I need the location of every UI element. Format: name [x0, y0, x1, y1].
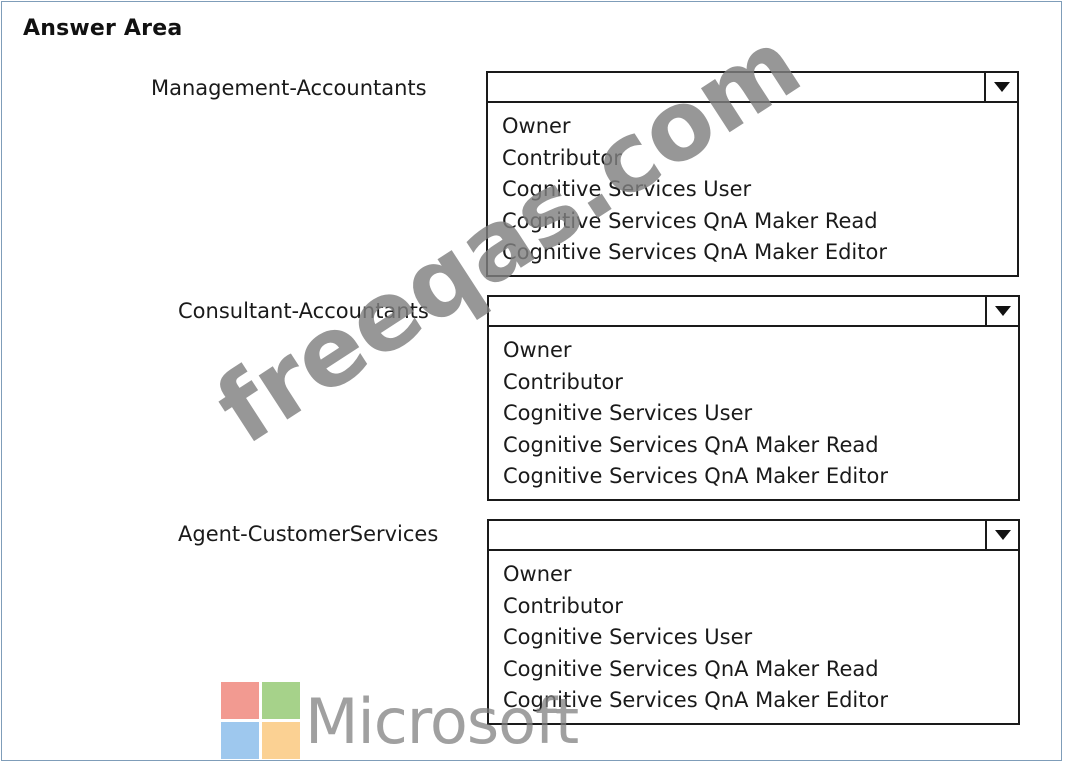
dropdown-option[interactable]: Cognitive Services User [502, 174, 887, 206]
dropdown-option[interactable]: Cognitive Services QnA Maker Read [503, 430, 888, 462]
triangle-down-icon [994, 306, 1011, 316]
answer-area-title: Answer Area [23, 16, 183, 41]
dropdown-option[interactable]: Cognitive Services User [503, 398, 888, 430]
role-dropdown-agent-customerservices[interactable]: Owner Contributor Cognitive Services Use… [487, 519, 1020, 725]
dropdown-option[interactable]: Contributor [503, 367, 888, 399]
logo-square-green [262, 682, 300, 719]
dropdown-option[interactable]: Cognitive Services User [503, 622, 888, 654]
dropdown-arrow-button[interactable] [985, 297, 1018, 325]
dropdown-arrow-button[interactable] [984, 73, 1017, 101]
logo-square-red [221, 682, 259, 719]
role-dropdown-management-accountants[interactable]: Owner Contributor Cognitive Services Use… [486, 71, 1019, 277]
dropdown-option[interactable]: Contributor [502, 143, 887, 175]
logo-square-blue [221, 722, 259, 759]
dropdown-select-bar[interactable] [489, 297, 1018, 327]
row-label-management-accountants: Management-Accountants [151, 76, 427, 100]
microsoft-logo-icon [221, 682, 300, 759]
dropdown-option[interactable]: Contributor [503, 591, 888, 623]
dropdown-option[interactable]: Cognitive Services QnA Maker Editor [503, 685, 888, 717]
row-label-consultant-accountants: Consultant-Accountants [178, 299, 429, 323]
triangle-down-icon [993, 82, 1010, 92]
dropdown-option[interactable]: Owner [502, 111, 887, 143]
role-dropdown-consultant-accountants[interactable]: Owner Contributor Cognitive Services Use… [487, 295, 1020, 501]
dropdown-options-list: Owner Contributor Cognitive Services Use… [503, 335, 888, 493]
dropdown-option[interactable]: Cognitive Services QnA Maker Editor [503, 461, 888, 493]
dropdown-option[interactable]: Owner [503, 559, 888, 591]
dropdown-option[interactable]: Cognitive Services QnA Maker Read [503, 654, 888, 686]
dropdown-select-bar[interactable] [488, 73, 1017, 103]
dropdown-option[interactable]: Cognitive Services QnA Maker Editor [502, 237, 887, 269]
row-label-agent-customerservices: Agent-CustomerServices [178, 522, 439, 546]
dropdown-option[interactable]: Owner [503, 335, 888, 367]
dropdown-option[interactable]: Cognitive Services QnA Maker Read [502, 206, 887, 238]
triangle-down-icon [994, 530, 1011, 540]
answer-area-frame: Answer Area Management-Accountants Owner… [1, 1, 1062, 761]
dropdown-options-list: Owner Contributor Cognitive Services Use… [502, 111, 887, 269]
dropdown-select-bar[interactable] [489, 521, 1018, 551]
dropdown-options-list: Owner Contributor Cognitive Services Use… [503, 559, 888, 717]
logo-square-yellow [262, 722, 300, 759]
dropdown-arrow-button[interactable] [985, 521, 1018, 549]
